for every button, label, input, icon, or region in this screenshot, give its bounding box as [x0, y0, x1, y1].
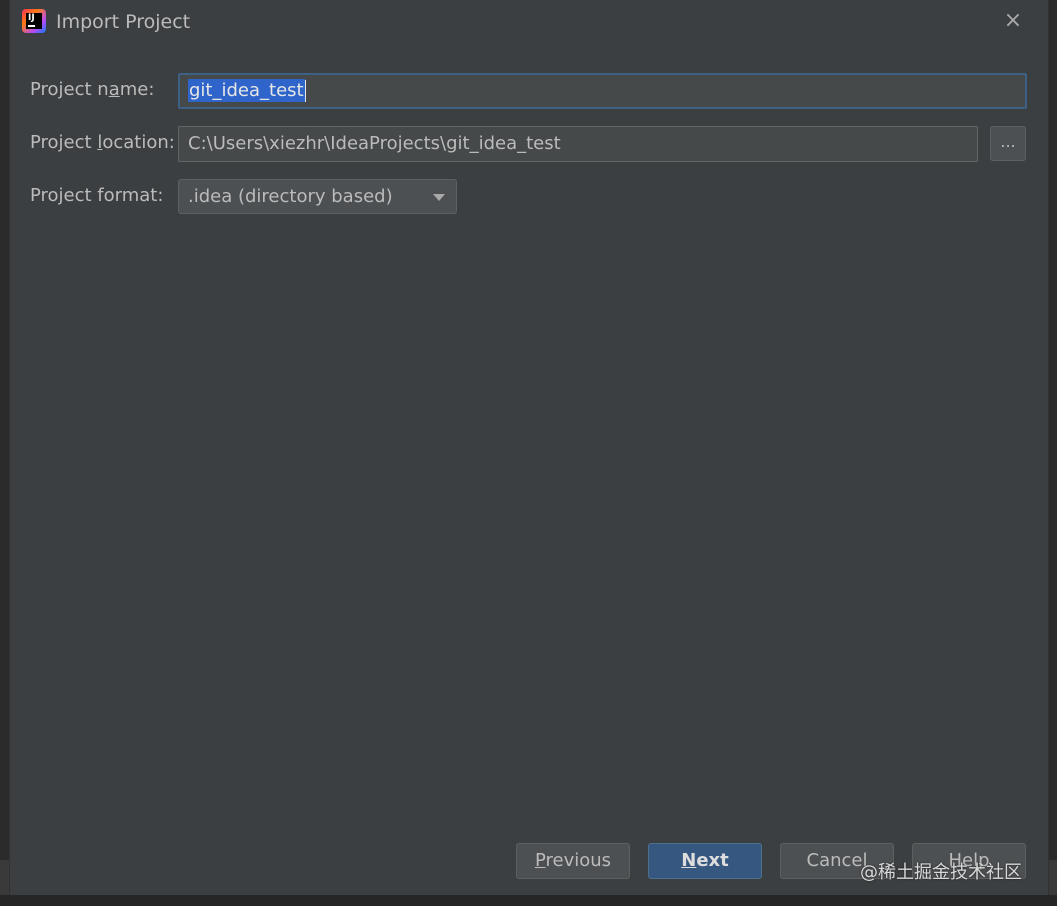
project-name-label: Project name: — [30, 79, 155, 100]
project-location-label: Project location: — [30, 132, 175, 153]
background-window-strip — [0, 895, 1057, 906]
project-format-label: Project format: — [30, 185, 164, 206]
watermark: @稀土掘金技术社区 — [860, 862, 1022, 883]
close-icon[interactable]: × — [1000, 8, 1026, 34]
project-location-input[interactable]: C:\Users\xiezhr\IdeaProjects\git_idea_te… — [178, 126, 978, 162]
text-caret — [304, 80, 306, 102]
import-project-dialog: IJ Import Project × Project name: git_id… — [9, 0, 1049, 895]
dialog-title-bar[interactable]: IJ Import Project × — [10, 0, 1048, 45]
next-button[interactable]: Next — [648, 843, 762, 879]
browse-button[interactable]: ... — [990, 126, 1026, 161]
selected-text: git_idea_test — [188, 79, 305, 102]
project-format-dropdown[interactable]: .idea (directory based) — [178, 179, 457, 214]
dialog-title: Import Project — [56, 11, 191, 33]
project-format-selected: .idea (directory based) — [188, 186, 393, 207]
previous-button[interactable]: Previous — [516, 843, 630, 879]
project-name-input[interactable]: git_idea_test — [178, 73, 1027, 109]
chevron-down-icon — [433, 194, 445, 201]
intellij-idea-icon: IJ — [22, 9, 46, 33]
